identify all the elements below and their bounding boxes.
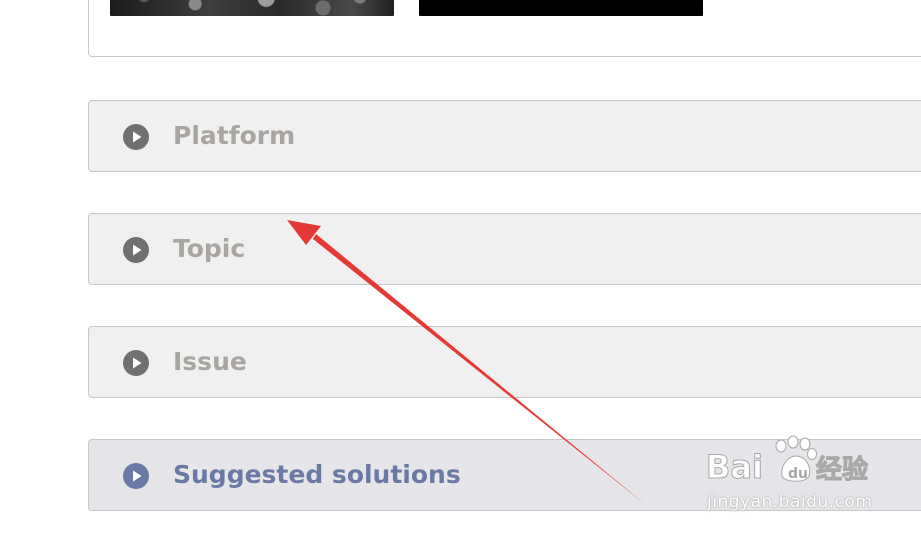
video-thumbnail[interactable] xyxy=(419,0,703,16)
play-circle-icon xyxy=(123,124,149,150)
accordion-item-issue[interactable]: Issue xyxy=(88,326,921,398)
page: Platform Topic Issue Suggested solutions xyxy=(0,0,921,535)
accordion-item-platform[interactable]: Platform xyxy=(88,100,921,172)
photo-thumbnail[interactable] xyxy=(110,0,394,16)
play-circle-icon xyxy=(123,463,149,489)
accordion-item-topic[interactable]: Topic xyxy=(88,213,921,285)
accordion-item-label: Suggested solutions xyxy=(173,460,461,489)
accordion-item-label: Platform xyxy=(173,121,296,150)
play-circle-icon xyxy=(123,237,149,263)
accordion-item-label: Issue xyxy=(173,347,247,376)
play-circle-icon xyxy=(123,350,149,376)
accordion-item-suggested-solutions[interactable]: Suggested solutions xyxy=(88,439,921,511)
accordion-item-label: Topic xyxy=(173,234,246,263)
media-card xyxy=(88,0,921,57)
